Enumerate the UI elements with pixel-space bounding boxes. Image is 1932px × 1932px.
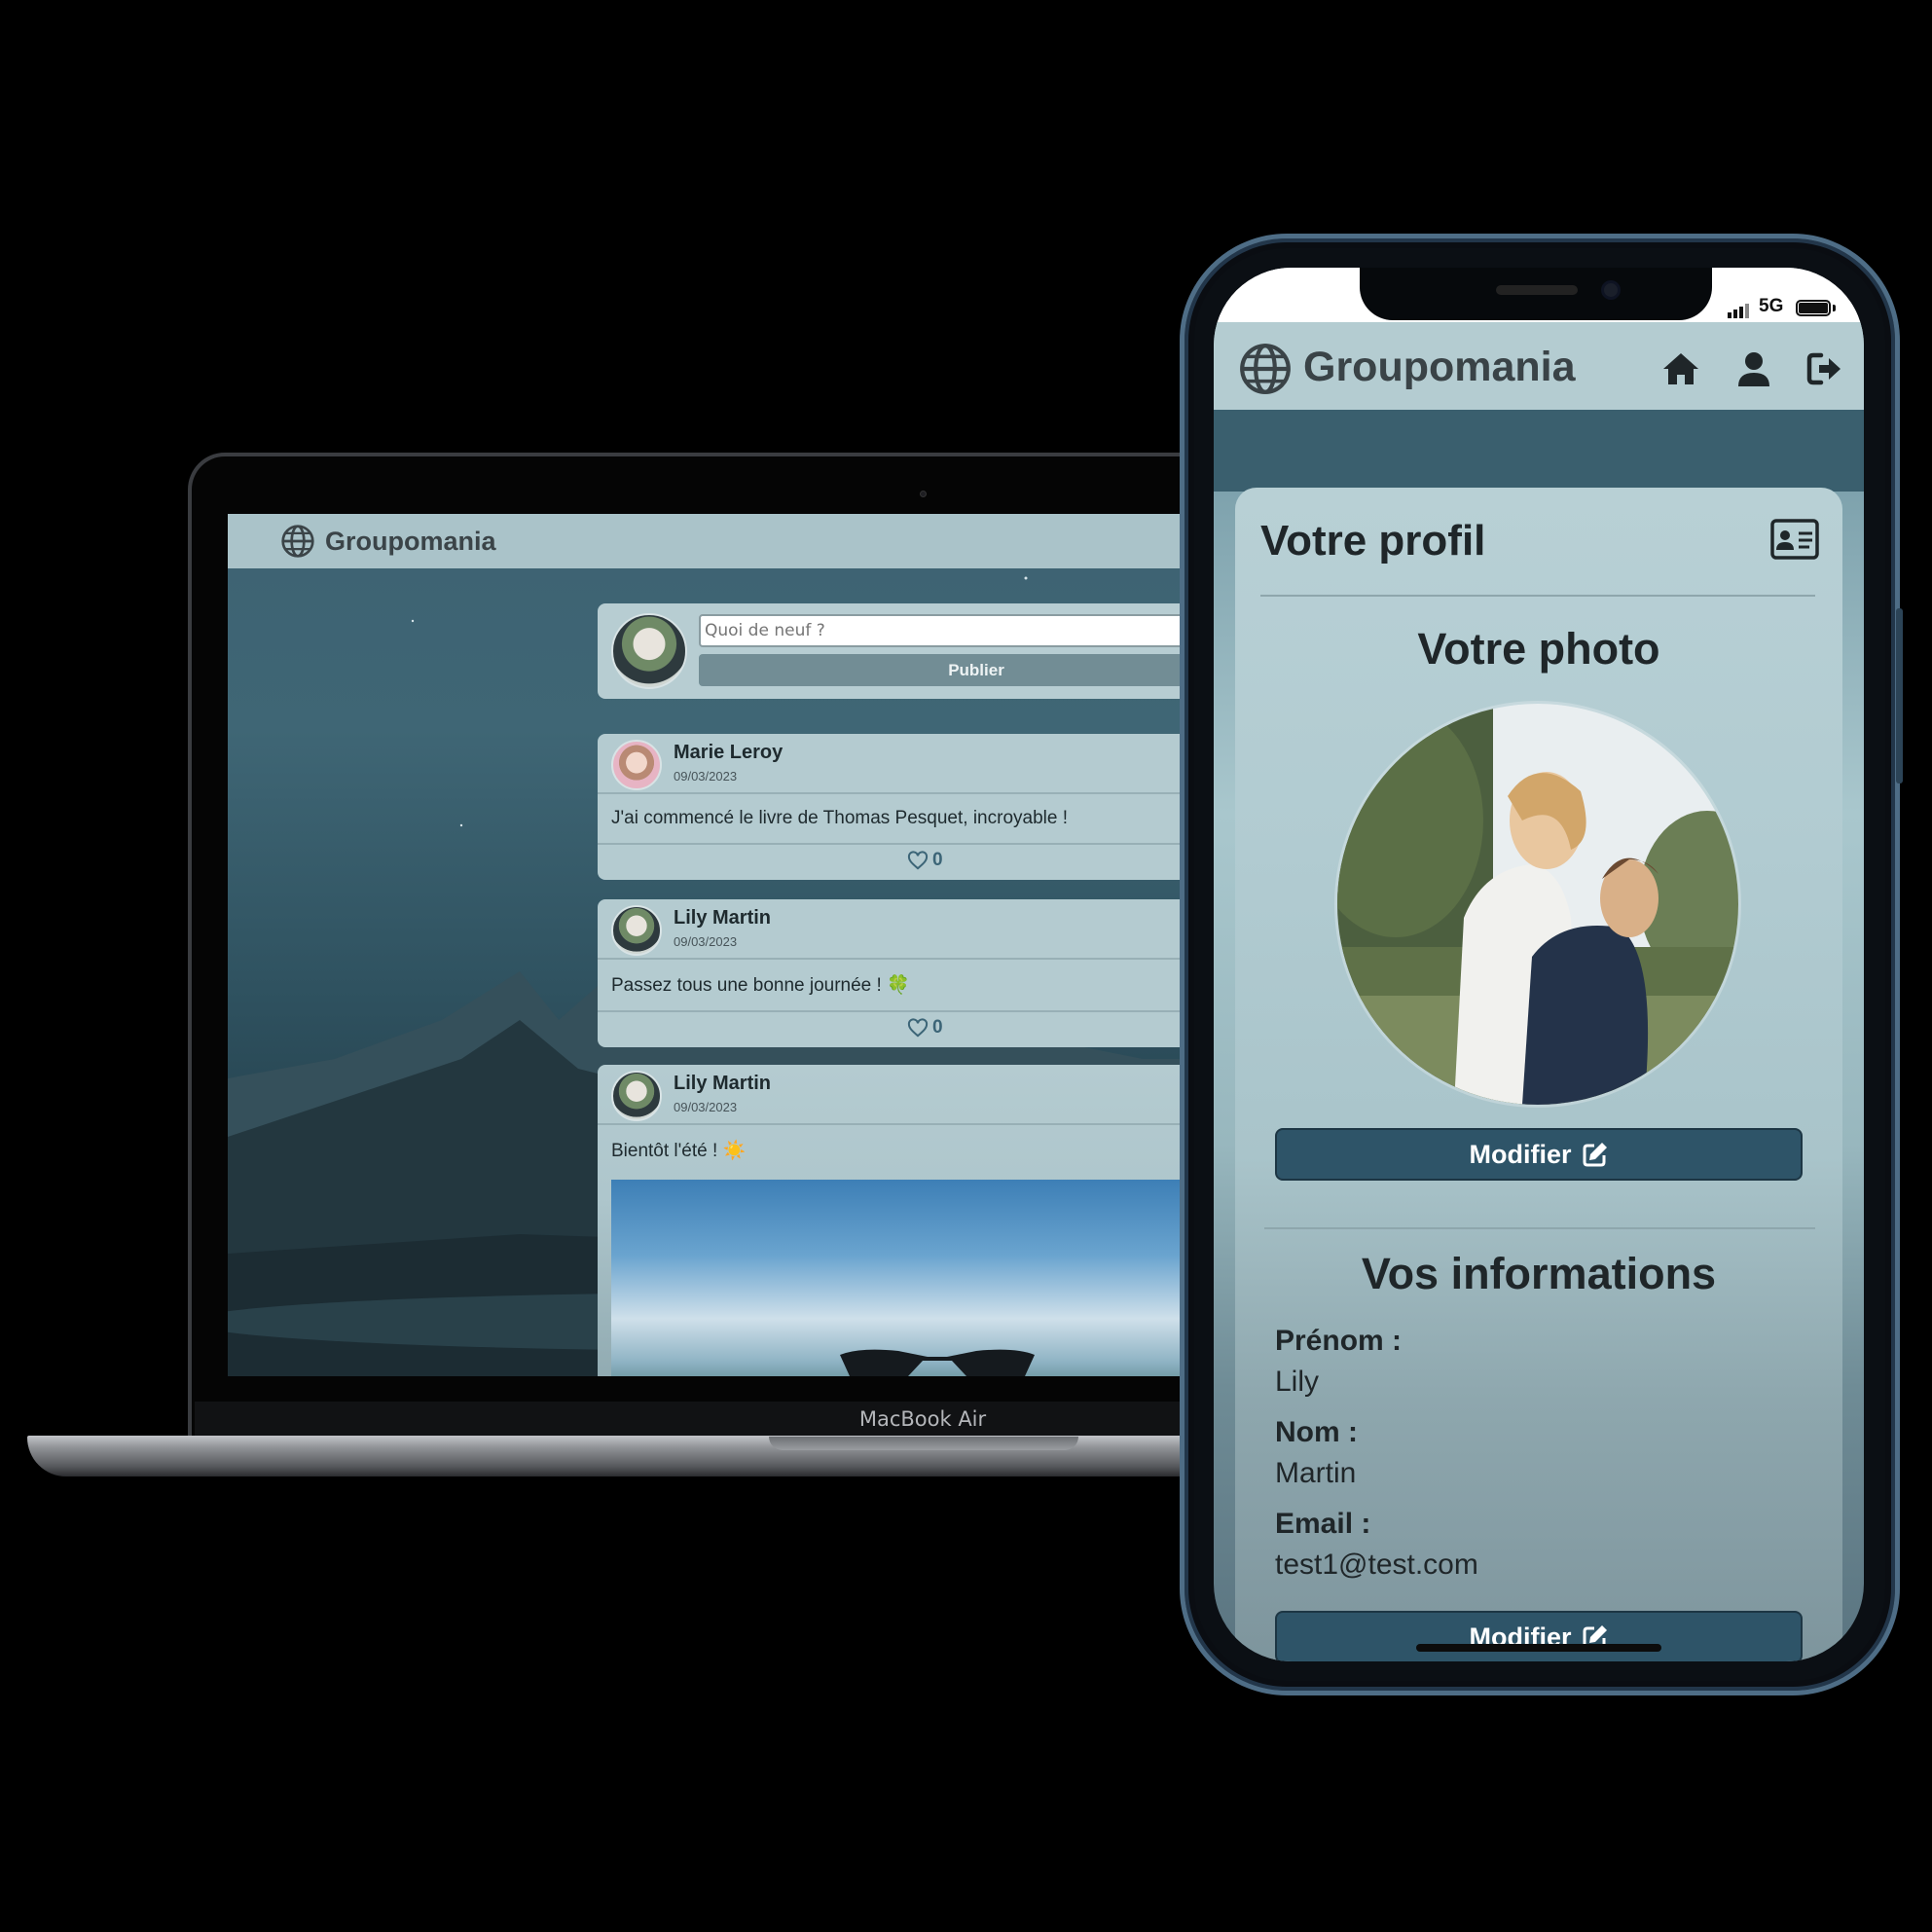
divider [1264, 1227, 1815, 1229]
heart-icon[interactable] [907, 851, 929, 870]
email-value: test1@test.com [1275, 1549, 1478, 1581]
sunglasses-image [840, 1349, 1035, 1376]
profile-card: Votre profil Votre photo Modifier Vos in… [1235, 488, 1842, 1661]
user-icon[interactable] [1732, 347, 1775, 390]
phone-speaker [1496, 285, 1578, 295]
home-icon[interactable] [1659, 347, 1702, 390]
laptop-hinge [769, 1437, 1078, 1450]
like-count: 0 [932, 1017, 943, 1038]
modify-info-button[interactable]: Modifier [1275, 1611, 1803, 1661]
battery-tip [1833, 305, 1836, 311]
profile-photo [1337, 704, 1738, 1105]
phone-screen: 5G Groupomania Votre profil Votre photo … [1214, 268, 1864, 1661]
home-indicator [1416, 1644, 1661, 1652]
firstname-label: Prénom : [1275, 1325, 1403, 1357]
info-heading: Vos informations [1361, 1249, 1717, 1298]
avatar [611, 740, 662, 790]
page-title: Votre profil [1260, 517, 1486, 565]
post-date: 09/03/2023 [674, 769, 738, 784]
modify-photo-button[interactable]: Modifier [1275, 1128, 1803, 1181]
app-header: Groupomania [228, 514, 1298, 568]
phone-camera [1601, 280, 1621, 300]
network-label: 5G [1759, 296, 1784, 316]
status-bar: 5G [1214, 268, 1864, 322]
avatar [611, 1071, 662, 1121]
modify-photo-label: Modifier [1469, 1139, 1572, 1169]
firstname-value: Lily [1275, 1366, 1320, 1398]
app-header: Groupomania [1214, 322, 1864, 410]
phone-notch [1360, 268, 1712, 320]
post-author[interactable]: Lily Martin [674, 1073, 771, 1095]
post-date: 09/03/2023 [674, 934, 738, 949]
app-name: Groupomania [1303, 344, 1576, 390]
lastname-label: Nom : [1275, 1416, 1358, 1448]
lastname-value: Martin [1275, 1457, 1357, 1489]
globe-logo-icon [281, 525, 314, 558]
battery-icon [1796, 300, 1831, 316]
laptop-camera [920, 491, 927, 497]
post-author[interactable]: Lily Martin [674, 907, 771, 930]
heart-icon[interactable] [907, 1018, 929, 1038]
id-card-icon [1770, 519, 1819, 560]
logout-icon[interactable] [1804, 347, 1846, 390]
laptop-model-label: MacBook Air [858, 1407, 987, 1431]
divider [1260, 595, 1815, 597]
avatar [611, 905, 662, 956]
app-name: Groupomania [325, 526, 496, 556]
post-author[interactable]: Marie Leroy [674, 742, 783, 764]
globe-logo-icon [1240, 344, 1291, 394]
signal-icon [1728, 304, 1749, 318]
laptop-screen: Groupomania Publier Marie Leroy 09/03/20… [228, 514, 1298, 1376]
post-date: 09/03/2023 [674, 1100, 738, 1114]
phone-side-button [1896, 608, 1903, 784]
like-count: 0 [932, 850, 943, 870]
photo-heading: Votre photo [1417, 624, 1660, 674]
avatar [611, 613, 687, 689]
email-label: Email : [1275, 1508, 1371, 1540]
edit-icon [1583, 1143, 1607, 1167]
